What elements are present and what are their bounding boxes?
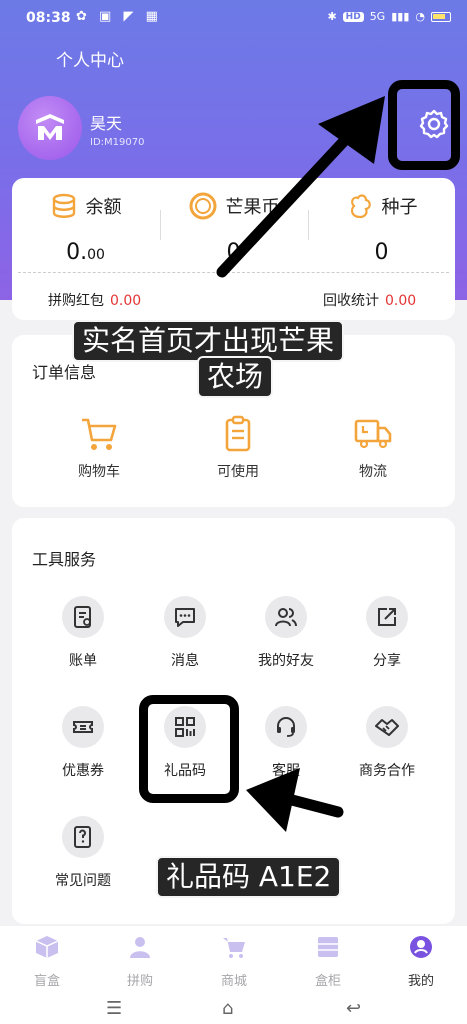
bluetooth-icon: ✱ xyxy=(327,10,337,23)
tool-business[interactable]: 商务合作 xyxy=(342,706,432,780)
seed-label: 种子 xyxy=(381,197,418,218)
tool-section-title: 工具服务 xyxy=(32,550,97,569)
status-bar: 08:38 ✿ ▣ ◤ ▦ ✱ HD 5G ▮▮▮ ◔ xyxy=(0,0,467,36)
back-icon[interactable]: ↩ xyxy=(346,998,361,1019)
tool-faq[interactable]: 常见问题 xyxy=(38,816,128,890)
recycle-label: 回收统计 xyxy=(323,293,379,309)
page-title: 个人中心 xyxy=(56,51,124,71)
system-nav-bar: ☰ ⌂ ↩ xyxy=(0,998,467,1024)
tool-bill[interactable]: 账单 xyxy=(38,596,128,670)
coins-icon xyxy=(52,193,75,218)
mall-cart-icon xyxy=(223,938,245,958)
seed-value: 0 xyxy=(374,240,389,265)
coupon-icon xyxy=(73,721,93,733)
tool-label: 分享 xyxy=(373,653,401,669)
gear-icon[interactable] xyxy=(418,108,450,140)
nav-label: 盒柜 xyxy=(314,974,341,989)
nav-label: 拼购 xyxy=(126,974,153,989)
clipboard-icon xyxy=(225,415,251,452)
nav-label: 盲盒 xyxy=(33,974,60,989)
nav-item-cabinet[interactable]: 盒柜 xyxy=(288,934,368,989)
cabinet-icon xyxy=(318,937,338,957)
hd-badge: HD xyxy=(342,11,364,22)
home-icon[interactable]: ⌂ xyxy=(222,998,233,1019)
menu-icon[interactable]: ☰ xyxy=(106,998,122,1019)
user-name: 昊天 xyxy=(90,114,123,133)
dashed-divider xyxy=(18,272,449,273)
tool-label: 账单 xyxy=(69,653,97,669)
nav-item-mall[interactable]: 商城 xyxy=(194,934,274,989)
order-item-cart[interactable]: 购物车 xyxy=(44,415,154,481)
tool-label: 优惠券 xyxy=(62,763,104,779)
order-section-title: 订单信息 xyxy=(32,363,97,382)
share-icon xyxy=(378,608,396,626)
annotation-highlight-box-gift-code xyxy=(139,695,239,803)
order-item-usable[interactable]: 可使用 xyxy=(183,415,293,481)
recycle-value: 0.00 xyxy=(385,293,417,309)
status-right: ✱ HD 5G ▮▮▮ ◔ xyxy=(327,10,451,23)
nav-item-blindbox[interactable]: 盲盒 xyxy=(7,934,87,989)
balance-card: 余额 0.00 芒果币 0 种子 0 拼购红包 0.00 回收统计 0.00 xyxy=(12,178,455,320)
cart-icon xyxy=(82,418,117,450)
handshake-icon xyxy=(375,719,399,736)
annotation-banner: 农场 xyxy=(197,356,274,398)
me-icon xyxy=(410,936,432,958)
mango-coin-value: 0 xyxy=(226,240,241,265)
tool-label: 消息 xyxy=(171,653,199,669)
tool-share[interactable]: 分享 xyxy=(342,596,432,670)
nav-item-groupbuy[interactable]: 拼购 xyxy=(100,934,180,989)
order-item-label: 可使用 xyxy=(217,464,259,480)
tool-label: 常见问题 xyxy=(55,873,111,889)
seed-column[interactable]: 种子 0 xyxy=(308,190,455,265)
hongbao-row[interactable]: 拼购红包 0.00 xyxy=(48,290,141,310)
seed-icon xyxy=(350,194,371,219)
status-time: 08:38 xyxy=(26,10,71,26)
order-item-label: 物流 xyxy=(359,464,387,480)
order-item-logistics[interactable]: 物流 xyxy=(318,415,428,481)
status-notification-icons: ✿ ▣ ◤ ▦ xyxy=(76,9,162,24)
user-id: ID:M19070 xyxy=(90,137,145,148)
truck-icon xyxy=(354,419,392,449)
tool-message[interactable]: 消息 xyxy=(140,596,230,670)
balance-label: 余额 xyxy=(85,197,122,218)
faq-icon xyxy=(74,826,91,848)
bill-icon xyxy=(74,606,91,628)
nav-label: 商城 xyxy=(220,974,247,989)
group-icon xyxy=(130,937,150,958)
hongbao-value: 0.00 xyxy=(110,293,142,309)
balance-value: 0.00 xyxy=(66,240,105,265)
nav-item-me[interactable]: 我的 xyxy=(381,934,461,989)
headset-icon xyxy=(277,717,295,737)
wifi-icon: ◔ xyxy=(415,10,425,23)
tool-label: 商务合作 xyxy=(359,763,415,779)
tool-friends[interactable]: 我的好友 xyxy=(241,596,331,670)
hongbao-label: 拼购红包 xyxy=(48,293,104,309)
tool-label: 客服 xyxy=(272,763,300,779)
tool-coupon[interactable]: 优惠券 xyxy=(38,706,128,780)
balance-column[interactable]: 余额 0.00 xyxy=(12,190,159,265)
mango-coin-label: 芒果币 xyxy=(225,197,280,218)
mango-coin-column[interactable]: 芒果币 0 xyxy=(160,190,307,265)
recycle-row[interactable]: 回收统计 0.00 xyxy=(323,290,416,310)
signal-icon: ▮▮▮ xyxy=(391,10,410,23)
tool-service[interactable]: 客服 xyxy=(241,706,331,780)
battery-icon xyxy=(431,11,451,22)
order-item-label: 购物车 xyxy=(78,464,120,480)
network-type: 5G xyxy=(369,10,386,23)
friends-icon xyxy=(275,608,297,627)
avatar[interactable] xyxy=(18,96,82,160)
nav-label: 我的 xyxy=(407,974,434,989)
tool-label: 我的好友 xyxy=(258,653,314,669)
message-icon xyxy=(175,608,195,627)
annotation-banner: 礼品码 A1E2 xyxy=(156,856,342,898)
coin-ring-icon xyxy=(189,192,216,220)
bottom-nav: 盲盒 拼购 商城 盒柜 我的 xyxy=(0,926,467,998)
box-icon xyxy=(35,936,59,958)
avatar-logo-icon xyxy=(36,114,64,140)
